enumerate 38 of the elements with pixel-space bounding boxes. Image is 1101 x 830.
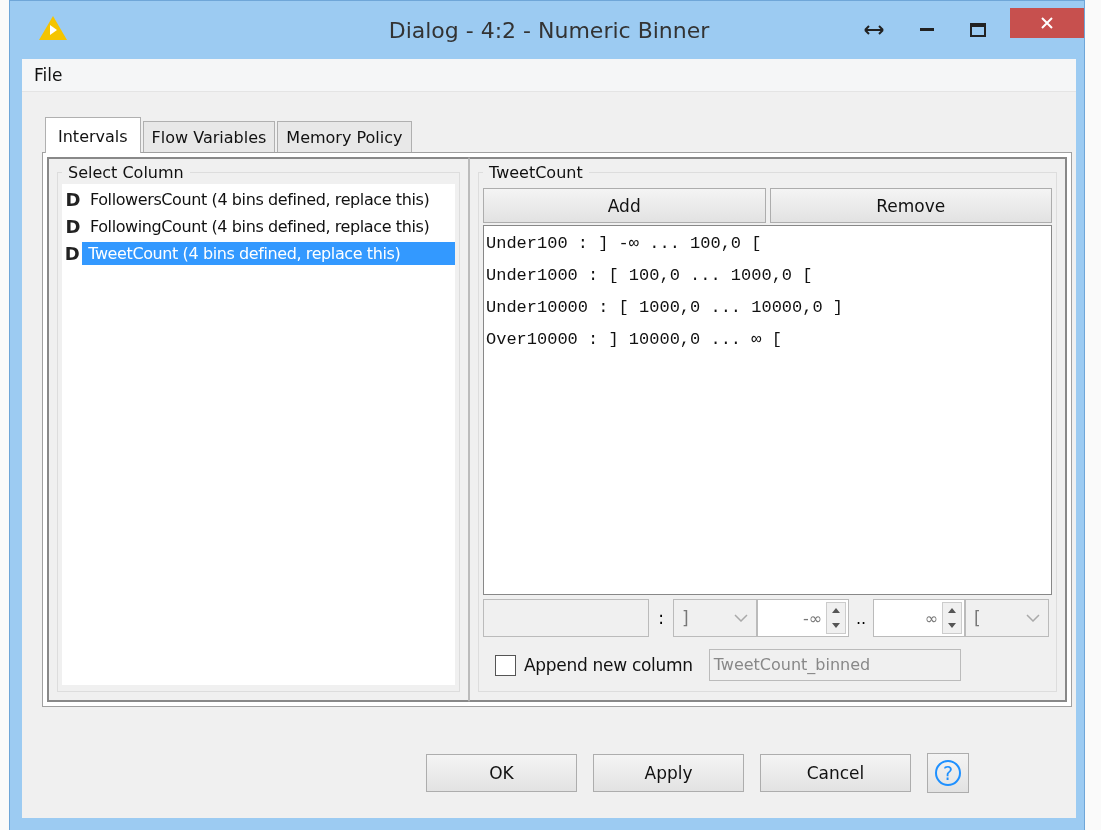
bin-item[interactable]: Under10000 : [ 1000,0 ... 10000,0 ] xyxy=(486,294,1049,326)
close-button[interactable] xyxy=(1010,8,1084,38)
lower-bound-spinner[interactable]: -∞ xyxy=(757,599,849,637)
bracket-dropdown[interactable]: ] xyxy=(673,599,757,637)
bin-item[interactable]: Under1000 : [ 100,0 ... 1000,0 [ xyxy=(486,262,1049,294)
caret-icon xyxy=(734,614,748,622)
list-item[interactable]: FollowingCount (4 bins defined, replace this) xyxy=(84,215,436,238)
dialog-button[interactable]: Cancel xyxy=(760,754,911,792)
checkbox[interactable] xyxy=(495,654,516,676)
bracket-dropdown[interactable]: [ xyxy=(965,599,1049,637)
window-title: Dialog - 4:2 - Numeric Binner xyxy=(387,18,711,43)
minimize-icon[interactable] xyxy=(920,28,934,32)
range-separator-label: .. xyxy=(854,608,868,628)
dialog-button[interactable]: Apply xyxy=(593,754,744,792)
type-icon: D xyxy=(62,216,84,237)
type-icon: D xyxy=(62,243,83,264)
type-icon: D xyxy=(62,189,84,210)
dialog-button[interactable]: OK xyxy=(426,754,577,792)
caret-icon xyxy=(1026,614,1040,622)
group-title: Select Column xyxy=(67,163,185,182)
toolbar-button[interactable]: Remove xyxy=(769,188,1052,223)
tab[interactable]: Memory Policy xyxy=(277,121,412,152)
checkbox-label: Append new column xyxy=(524,655,693,675)
separator-label: : xyxy=(657,608,665,628)
tab[interactable]: Flow Variables xyxy=(142,121,276,152)
list-item[interactable]: FollowersCount (4 bins defined, replace this) xyxy=(84,188,436,211)
name-field[interactable] xyxy=(483,599,649,637)
bin-item[interactable]: Under100 : ] -∞ ... 100,0 [ xyxy=(486,230,1049,262)
toolbar-button[interactable]: Add xyxy=(483,188,766,223)
menu-item[interactable]: File xyxy=(34,65,63,85)
bin-item[interactable]: Over10000 : ] 10000,0 ... ∞ [ xyxy=(486,326,1049,358)
close-icon xyxy=(1041,17,1053,29)
resize-arrows-icon[interactable] xyxy=(864,25,884,35)
warning-triangle-icon xyxy=(38,15,68,41)
tab[interactable]: Intervals xyxy=(45,117,141,153)
maximize-icon[interactable] xyxy=(970,23,986,37)
upper-bound-spinner[interactable]: ∞ xyxy=(873,599,965,637)
group-title: TweetCount xyxy=(488,163,584,182)
